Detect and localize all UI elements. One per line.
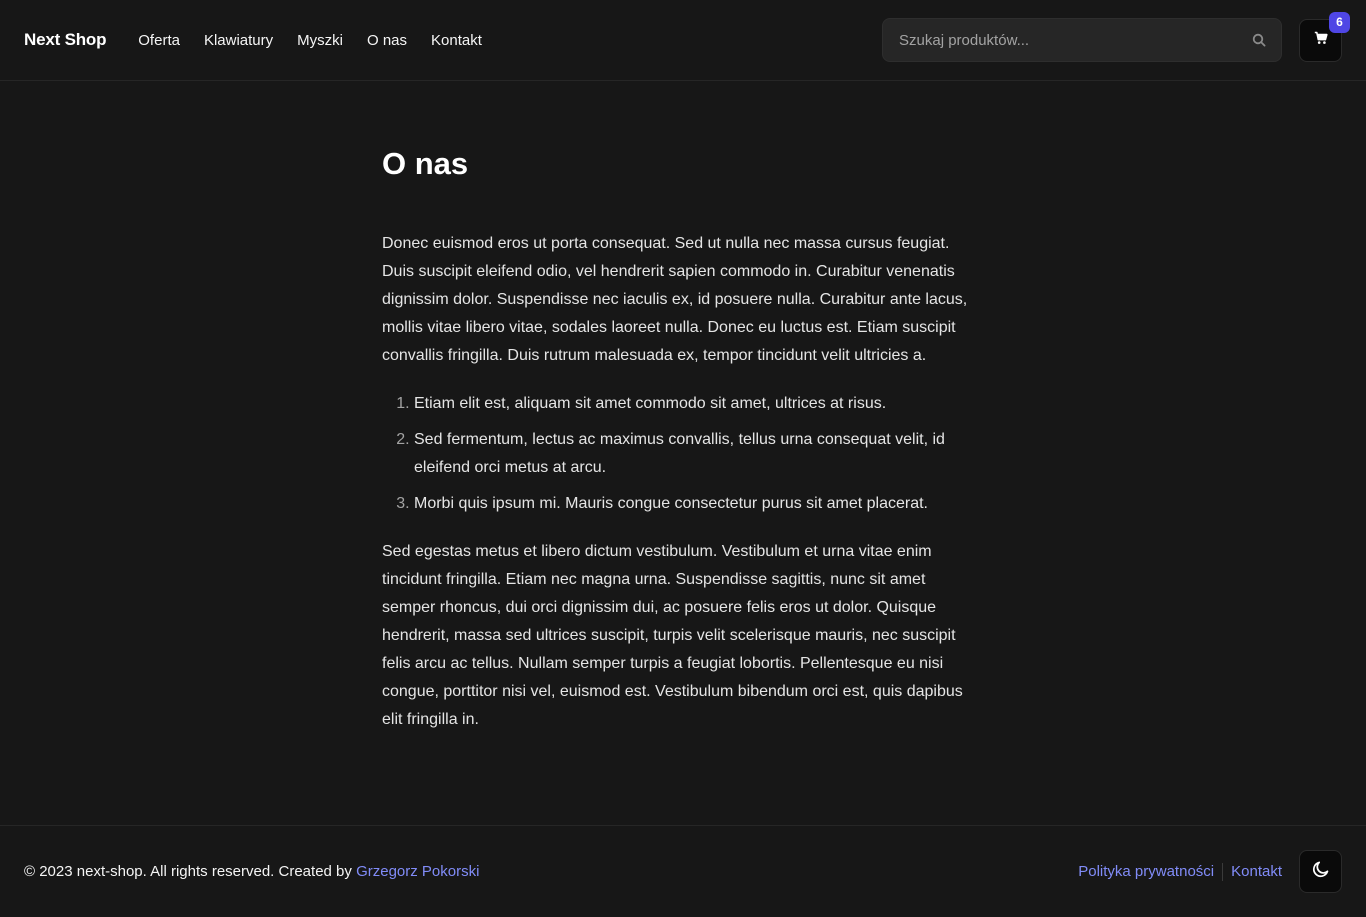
search-box (882, 18, 1282, 62)
site-footer: © 2023 next-shop. All rights reserved. C… (0, 825, 1366, 917)
nav-link-kontakt[interactable]: Kontakt (431, 32, 482, 49)
theme-toggle-button[interactable] (1299, 850, 1342, 893)
nav-link-myszki[interactable]: Myszki (297, 32, 343, 49)
page-title: O nas (382, 146, 469, 181)
cart-count-badge: 6 (1329, 11, 1350, 33)
site-header: Next Shop Oferta Klawiatury Myszki O nas… (0, 0, 1366, 81)
author-link[interactable]: Grzegorz Pokorski (356, 863, 479, 880)
footer-divider (1222, 862, 1224, 881)
moon-icon (1311, 859, 1331, 884)
intro-paragraph: Donec euismod eros ut porta consequat. S… (382, 235, 968, 364)
nav-link-o-nas[interactable]: O nas (367, 32, 407, 49)
copyright: © 2023 next-shop. All rights reserved. C… (24, 863, 479, 880)
about-content: O nas Donec euismod eros ut porta conseq… (382, 81, 982, 734)
footer-contact-link[interactable]: Kontakt (1231, 863, 1282, 880)
list-item: Sed fermentum, lectus ac maximus convall… (414, 426, 982, 482)
numbered-list: Etiam elit est, aliquam sit amet commodo… (382, 390, 982, 518)
copyright-text: © 2023 next-shop. All rights reserved. C… (24, 863, 357, 880)
privacy-policy-link[interactable]: Polityka prywatności (1078, 863, 1214, 880)
nav-link-klawiatury[interactable]: Klawiatury (204, 32, 273, 49)
closing-paragraph: Sed egestas metus et libero dictum vesti… (382, 543, 963, 728)
cart-button[interactable]: 6 (1299, 11, 1350, 62)
footer-links: Polityka prywatności Kontakt (1078, 862, 1282, 881)
nav-link-oferta[interactable]: Oferta (138, 32, 180, 49)
list-item: Morbi quis ipsum mi. Mauris congue conse… (414, 490, 982, 518)
search-input[interactable] (883, 19, 1237, 61)
main-nav: Oferta Klawiatury Myszki O nas Kontakt (138, 32, 482, 49)
logo[interactable]: Next Shop (24, 30, 106, 50)
search-icon[interactable] (1237, 18, 1281, 62)
cart-icon (1314, 31, 1328, 50)
list-item: Etiam elit est, aliquam sit amet commodo… (414, 390, 982, 418)
